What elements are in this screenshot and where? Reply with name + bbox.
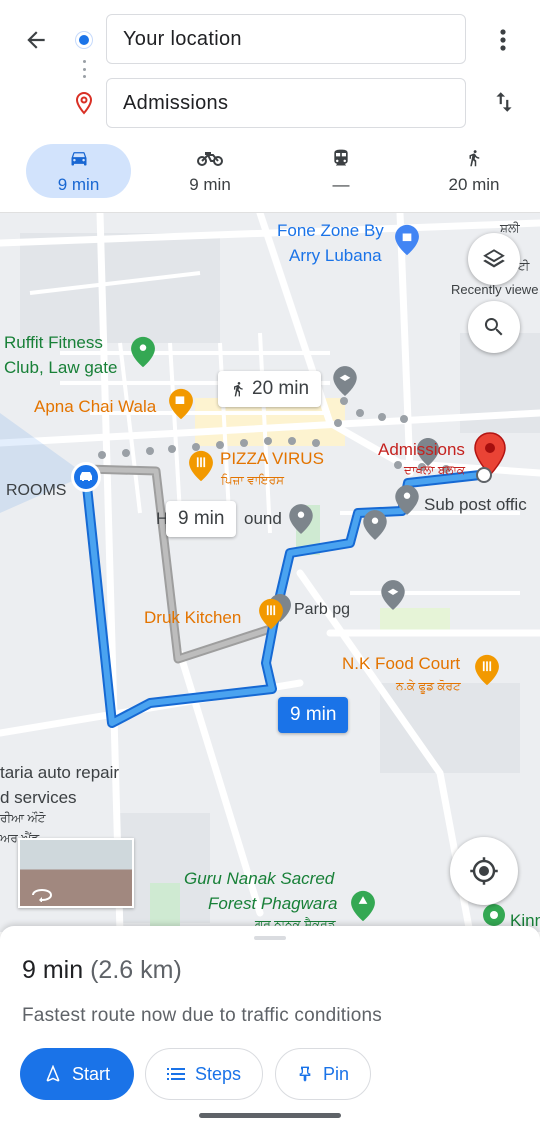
destination-text: Admissions <box>123 91 229 114</box>
origin-text: Your location <box>123 27 242 50</box>
destination-field[interactable]: Admissions <box>106 78 466 128</box>
list-icon <box>166 1066 185 1082</box>
navigation-icon <box>44 1065 62 1083</box>
poi-label-pa: ਰੀਆ ਔਟੋ <box>0 811 46 825</box>
more-vert-icon <box>500 29 506 51</box>
route-dots-icon <box>82 60 86 78</box>
origin-dot-icon <box>76 32 92 48</box>
street-view-thumbnail[interactable] <box>18 838 134 908</box>
poi-label[interactable]: Apna Chai Wala <box>34 397 156 417</box>
walk-time-text: 20 min <box>252 378 310 399</box>
poi-label[interactable]: Arry Lubana <box>289 246 382 266</box>
travel-mode-tabs: 9 min 9 min — 20 min <box>0 140 540 206</box>
poi-label[interactable]: Sub post offic <box>424 495 527 515</box>
swap-button[interactable] <box>486 84 522 120</box>
poi-label[interactable]: Parb pg <box>294 601 350 619</box>
poi-label[interactable]: N.K Food Court <box>342 654 460 674</box>
route-reason: Fastest route now due to traffic conditi… <box>22 1005 382 1026</box>
swap-vert-icon <box>496 92 512 112</box>
destination-label-pa: ਦਾਖਲਾ ਬਲਾਕ <box>404 463 466 477</box>
start-button[interactable]: Start <box>20 1048 134 1100</box>
poi-label[interactable]: ROOMS <box>6 482 66 500</box>
route-summary-sheet[interactable]: 9 min (2.6 km) Fastest route now due to … <box>0 926 540 1133</box>
map-view[interactable]: Fone Zone By Arry Lubana Ruffit Fitness … <box>0 212 540 932</box>
motorcycle-icon <box>197 147 223 169</box>
alt-route-chip[interactable]: 9 min <box>166 501 237 537</box>
push-pin-icon <box>297 1065 313 1083</box>
poi-label[interactable]: Guru Nanak Sacred <box>184 869 334 889</box>
back-button[interactable] <box>18 22 54 58</box>
directions-header: Your location Admissions 9 min 9 min — 2… <box>0 0 540 212</box>
current-location-car-icon <box>71 462 101 492</box>
poi-label-pa: ਨ.ਕੇ ਫੂਡ ਕੋਰਟ <box>396 679 461 693</box>
poi-pin-icon <box>381 580 405 610</box>
poi-label-ound: ound <box>244 509 282 528</box>
my-location-icon <box>470 857 498 885</box>
origin-field[interactable]: Your location <box>106 14 466 64</box>
train-icon <box>331 147 351 169</box>
pin-label: Pin <box>322 1063 349 1084</box>
poi-pin-icon <box>289 504 313 534</box>
poi-pin-icon <box>363 510 387 540</box>
steps-button[interactable]: Steps <box>145 1048 263 1100</box>
car-icon <box>68 147 90 169</box>
restaurant-pin-icon <box>189 450 213 482</box>
cafe-pin-icon <box>169 388 193 420</box>
search-along-route-button[interactable] <box>468 301 520 353</box>
drag-handle[interactable] <box>254 936 286 940</box>
tab-driving-time: 9 min <box>57 175 100 194</box>
tab-walking-time: 20 min <box>448 175 500 194</box>
tab-motorcycle-time: 9 min <box>189 175 231 194</box>
map-canvas <box>0 213 540 932</box>
poi-pin-icon <box>395 485 419 515</box>
more-options-button[interactable] <box>488 24 518 56</box>
street-view-icon <box>32 888 53 902</box>
my-location-button[interactable] <box>450 837 518 905</box>
route-duration: 9 min <box>22 956 84 984</box>
tab-motorcycle[interactable]: 9 min <box>160 144 260 198</box>
walk-icon <box>465 147 483 169</box>
garden-icon <box>483 904 505 926</box>
tab-transit[interactable]: — <box>296 144 386 198</box>
poi-label[interactable]: PIZZA VIRUS <box>220 449 324 469</box>
poi-label[interactable]: Druk Kitchen <box>144 608 241 628</box>
steps-label: Steps <box>194 1063 242 1084</box>
destination-pin-icon <box>72 90 96 121</box>
restaurant-pin-icon <box>259 598 283 630</box>
layers-button[interactable] <box>468 233 520 285</box>
walk-icon <box>234 382 243 397</box>
layers-icon <box>483 249 505 268</box>
poi-label-pa: ਪਿਜ਼ਾ ਵਾਇਰਸ <box>221 473 284 487</box>
search-icon <box>484 318 503 336</box>
main-route-chip[interactable]: 9 min <box>278 697 349 733</box>
home-indicator[interactable] <box>199 1113 341 1118</box>
poi-label[interactable]: Club, Law gate <box>4 358 117 378</box>
restaurant-pin-icon <box>475 654 499 686</box>
tab-transit-time: — <box>332 175 350 194</box>
start-label: Start <box>71 1063 110 1084</box>
poi-label[interactable]: taria auto repair <box>0 763 119 783</box>
route-summary: 9 min (2.6 km) <box>22 956 182 985</box>
poi-label[interactable]: Ruffit Fitness <box>4 333 103 353</box>
alt-route-time: 9 min <box>178 508 225 529</box>
main-route-time: 9 min <box>290 704 337 725</box>
pin-button[interactable]: Pin <box>275 1048 371 1100</box>
tab-driving[interactable]: 9 min <box>26 144 131 198</box>
fitness-pin-icon <box>131 336 155 368</box>
tab-walking[interactable]: 20 min <box>428 144 520 198</box>
walk-time-chip[interactable]: 20 min <box>218 371 322 407</box>
destination-marker-icon <box>474 432 506 483</box>
poi-label[interactable]: Fone Zone By <box>277 221 384 241</box>
poi-pin-icon <box>333 366 357 396</box>
route-distance: (2.6 km) <box>90 956 182 984</box>
destination-label[interactable]: Admissions <box>378 440 465 460</box>
poi-label[interactable]: Forest Phagwara <box>208 894 337 914</box>
poi-label[interactable]: d services <box>0 788 77 808</box>
shopping-pin-icon <box>395 224 419 256</box>
arrow-back-icon <box>27 31 45 49</box>
park-pin-icon <box>351 890 375 922</box>
